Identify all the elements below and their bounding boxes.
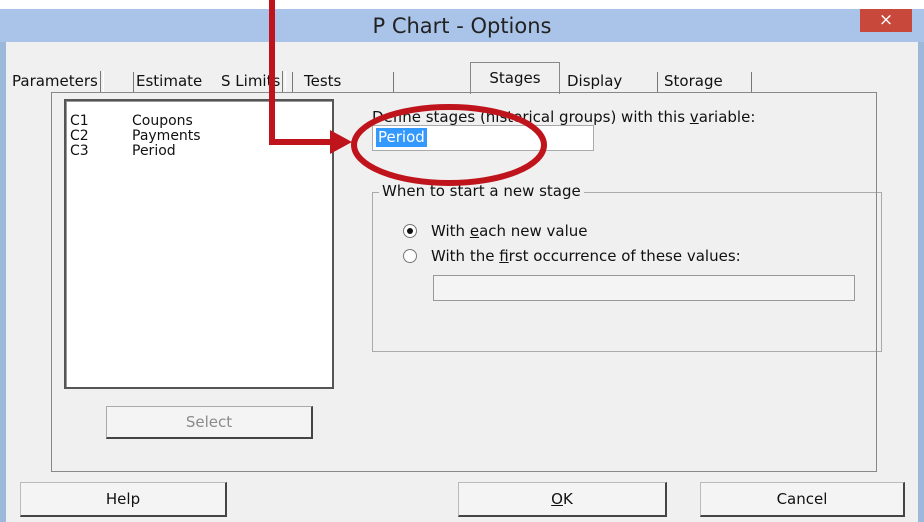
column-code: C2 xyxy=(70,128,89,144)
radio-label-accel: f xyxy=(499,247,509,265)
radio-label-accel: e xyxy=(469,222,480,240)
ok-button-label: K xyxy=(562,490,573,508)
tab-label: Storage xyxy=(664,72,723,90)
tab-tests[interactable]: Tests xyxy=(304,69,341,94)
radio-unselected-icon xyxy=(403,249,417,263)
define-stages-label-text: Define stages (historical groups) with t… xyxy=(372,108,690,126)
group-title: When to start a new stage xyxy=(379,182,584,200)
tab-label: Display xyxy=(567,72,623,90)
stage-variable-value: Period xyxy=(376,128,427,147)
help-button-label: Help xyxy=(105,490,141,508)
cancel-button-label: Cancel xyxy=(776,490,828,508)
ok-button-accel: O xyxy=(551,490,563,508)
column-name: Coupons xyxy=(132,113,193,129)
background-top xyxy=(0,0,924,9)
select-button: Select xyxy=(106,406,313,439)
select-button-label: Select xyxy=(185,413,233,431)
tab-s-limits[interactable]: S Limits xyxy=(221,69,287,94)
occurrence-values-field[interactable] xyxy=(433,275,855,301)
cancel-button[interactable]: Cancel xyxy=(700,482,905,517)
tab-storage[interactable]: Storage xyxy=(664,69,723,94)
tab-stages[interactable]: Stages xyxy=(470,62,560,94)
define-stages-label-accel: v xyxy=(689,108,699,126)
dialog-title: P Chart - Options xyxy=(372,14,552,38)
close-button[interactable]: × xyxy=(860,9,912,32)
options-dialog: P Chart - Options × Parameters Estimate … xyxy=(0,9,924,522)
tab-separator xyxy=(393,72,394,92)
define-stages-label-text-end: ariable: xyxy=(698,108,756,126)
radio-label: With each new value xyxy=(431,222,588,240)
title-bar: P Chart - Options × xyxy=(0,9,924,42)
tab-separator xyxy=(751,72,752,92)
radio-label: With the first occurrence of these value… xyxy=(431,247,741,265)
close-icon: × xyxy=(878,10,894,30)
radio-selected-icon xyxy=(403,224,417,238)
column-code: C3 xyxy=(70,143,89,159)
tab-separator xyxy=(133,72,134,92)
tab-separator xyxy=(292,72,293,92)
tab-display[interactable]: Display xyxy=(567,69,622,94)
help-button[interactable]: Help xyxy=(20,482,227,517)
radio-label-text: With xyxy=(431,222,470,240)
tab-separator xyxy=(657,72,658,92)
tab-label: Stages xyxy=(489,69,541,87)
define-stages-label: Define stages (historical groups) with t… xyxy=(372,108,755,126)
tab-label: Parameters xyxy=(12,72,98,90)
radio-label-text: With the xyxy=(431,247,500,265)
radio-label-text-end: ach new value xyxy=(479,222,588,240)
column-name: Payments xyxy=(132,128,201,144)
dialog-client-area: Parameters Estimate S Limits Tests Stage… xyxy=(6,42,918,522)
tab-label: Tests xyxy=(304,72,342,90)
variable-list[interactable]: C1 Coupons C2 Payments C3 Period xyxy=(64,99,334,389)
tab-estimate[interactable]: Estimate xyxy=(136,69,202,94)
column-code: C1 xyxy=(70,113,89,129)
tab-label: Estimate xyxy=(136,72,203,90)
column-name: Period xyxy=(132,143,176,159)
tab-parameters[interactable]: Parameters xyxy=(12,69,104,94)
ok-button[interactable]: OK xyxy=(458,482,667,517)
stage-variable-input[interactable]: Period xyxy=(372,125,594,151)
radio-label-text-end: irst occurrence of these values: xyxy=(508,247,741,265)
tab-label: S Limits xyxy=(221,72,281,90)
new-stage-groupbox: When to start a new stage With each new … xyxy=(372,182,882,352)
